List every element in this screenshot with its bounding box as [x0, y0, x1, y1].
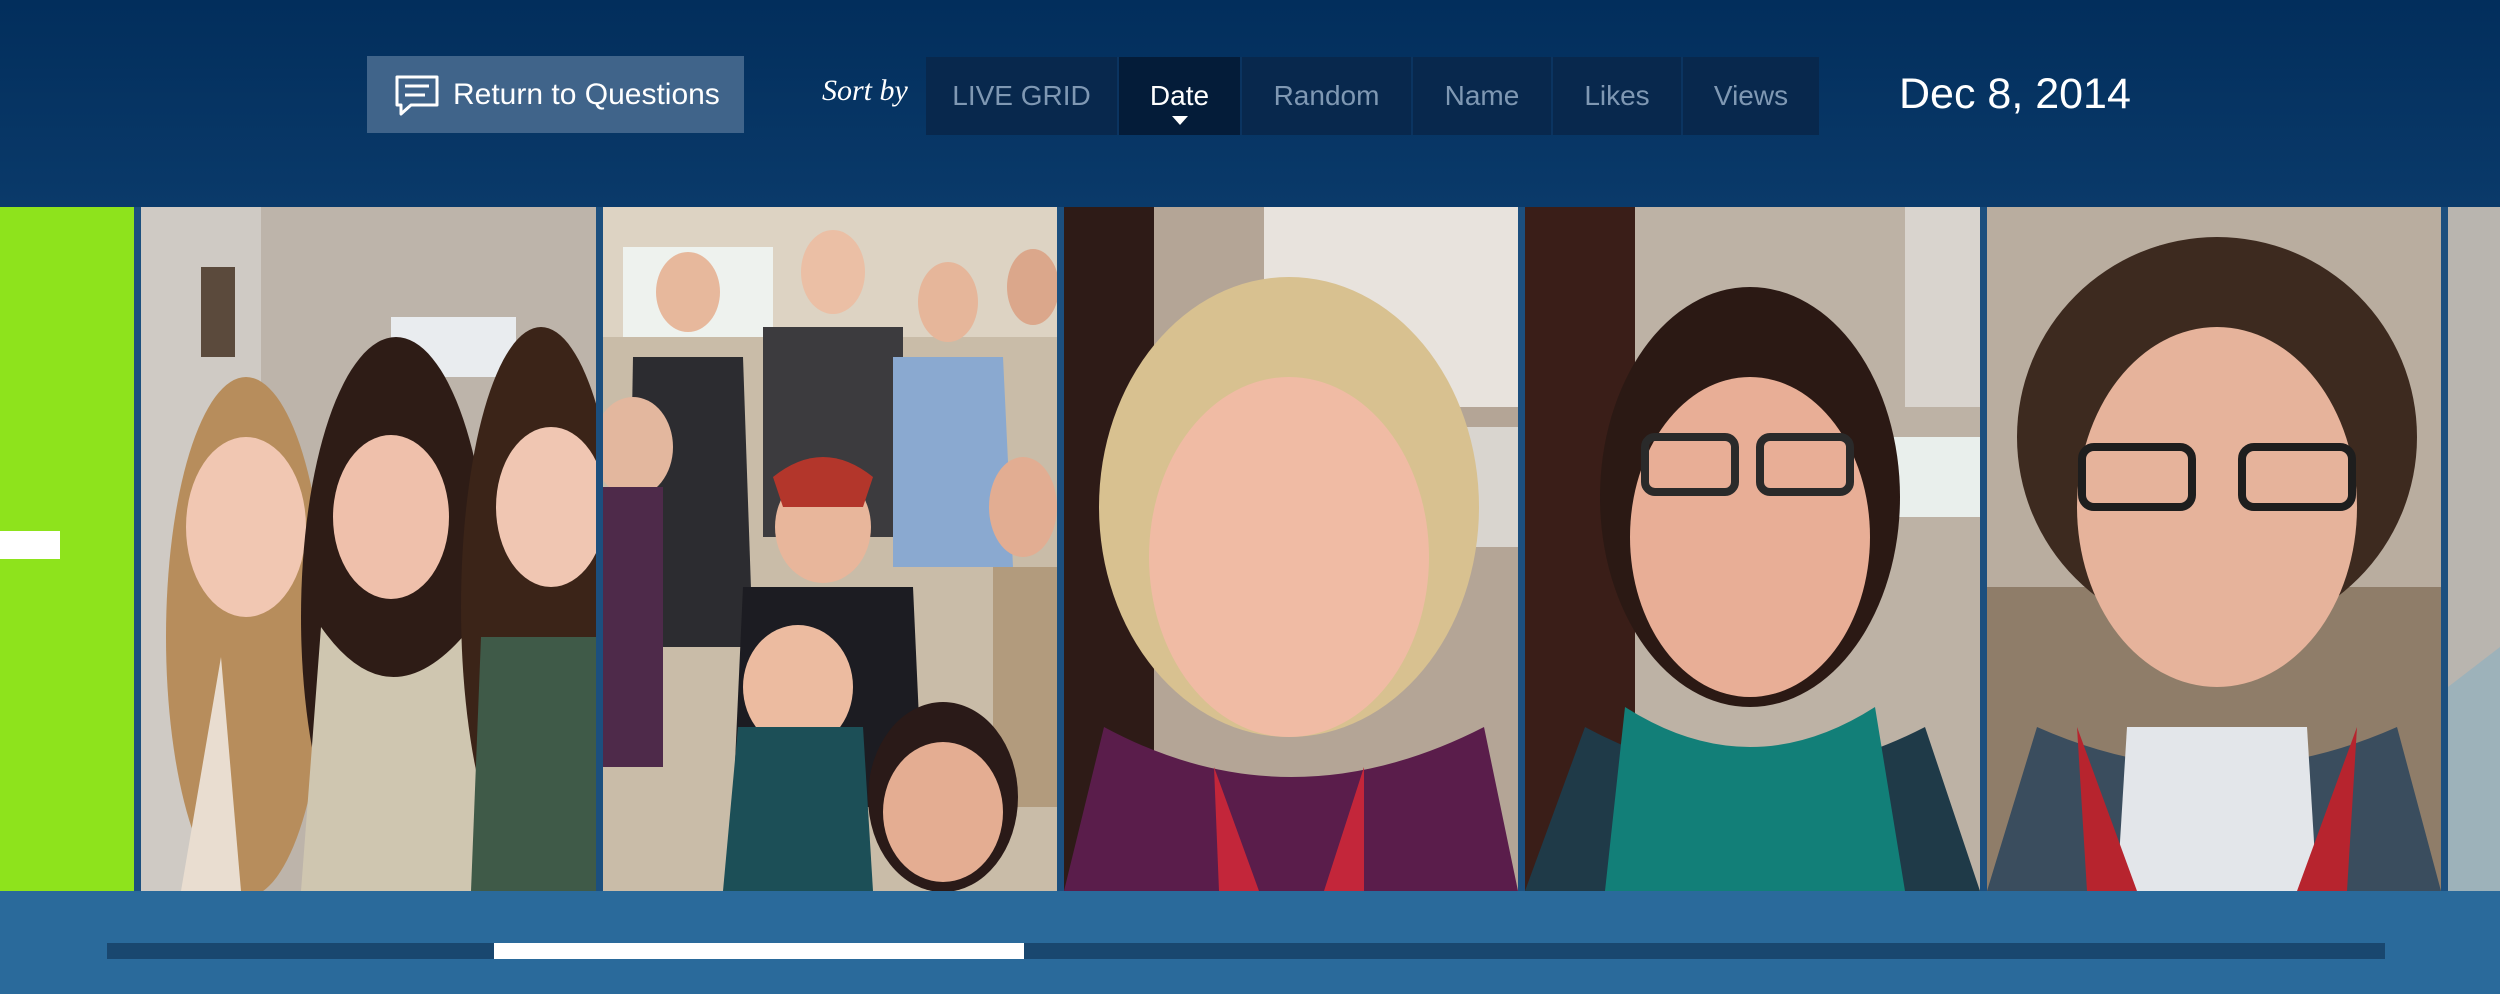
photo-tile-6[interactable] [2448, 207, 2500, 891]
return-to-questions-button[interactable]: Return to Questions [367, 56, 744, 133]
sort-by-label: Sort by [822, 74, 908, 107]
current-date: Dec 8, 2014 [1899, 70, 2131, 118]
sort-option-name[interactable]: Name [1413, 57, 1553, 135]
horizontal-scrollbar[interactable] [107, 943, 2385, 959]
sort-option-likes[interactable]: Likes [1553, 57, 1683, 135]
photo-tile-5[interactable] [1987, 207, 2441, 891]
scrollbar-thumb[interactable] [494, 943, 1024, 959]
photo-tile-3[interactable] [1064, 207, 1518, 891]
comment-icon [393, 71, 441, 119]
sort-option-views[interactable]: Views [1683, 57, 1819, 135]
photo-tile-2[interactable] [603, 207, 1057, 891]
sort-option-date[interactable]: Date [1119, 57, 1242, 135]
sort-option-live-grid[interactable]: LIVE GRID [926, 57, 1119, 135]
photo-tile-1[interactable] [141, 207, 596, 891]
sort-option-random[interactable]: Random [1242, 57, 1413, 135]
live-grid-panel[interactable] [0, 207, 134, 891]
return-button-label: Return to Questions [453, 77, 720, 111]
panel-handle[interactable] [0, 531, 60, 559]
sort-options-bar: LIVE GRID Date Random Name Likes Views [926, 57, 1819, 135]
sort-option-date-label: Date [1149, 80, 1210, 111]
photo-tile-4[interactable] [1525, 207, 1980, 891]
caret-down-icon [1171, 116, 1188, 125]
